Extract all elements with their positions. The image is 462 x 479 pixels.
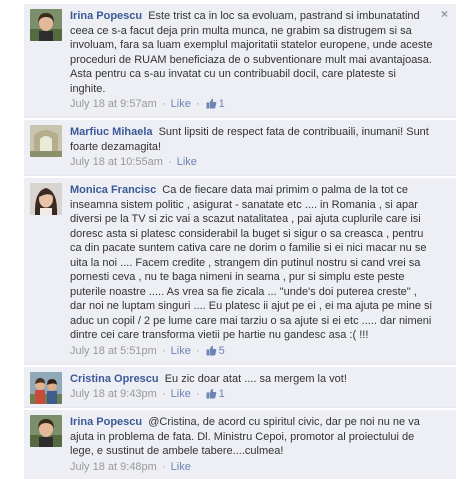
comment-meta: July 18 at 10:55am · Like xyxy=(70,155,434,169)
separator: · xyxy=(195,344,200,357)
comment-body: Cristina Oprescu Eu zic doar atat .... s… xyxy=(70,372,434,387)
comment-timestamp[interactable]: July 18 at 9:57am xyxy=(70,98,157,110)
comment-timestamp[interactable]: July 18 at 5:51pm xyxy=(70,345,157,357)
comment-author[interactable]: Irina Popescu xyxy=(70,10,142,22)
comment-body: Monica Francisc Ca de fiecare data mai p… xyxy=(70,183,434,343)
separator: · xyxy=(168,156,172,168)
separator: · xyxy=(161,460,166,473)
comment-item: Cristina Oprescu Eu zic doar atat .... s… xyxy=(24,366,456,408)
like-count-value: 1 xyxy=(218,98,225,110)
comment-author[interactable]: Monica Francisc xyxy=(70,184,156,196)
comment-text: Ca de fiecare data mai primim o palma de… xyxy=(70,184,432,341)
close-icon[interactable]: × xyxy=(441,8,448,20)
like-count[interactable]: 5 xyxy=(205,345,225,357)
like-link[interactable]: Like xyxy=(171,388,191,400)
comment-timestamp[interactable]: July 18 at 9:48pm xyxy=(70,461,157,473)
comment-author[interactable]: Cristina Oprescu xyxy=(70,373,159,385)
comment-body: Irina Popescu Este trist ca in loc sa ev… xyxy=(70,9,434,96)
comment-author[interactable]: Irina Popescu xyxy=(70,416,142,428)
like-link[interactable]: Like xyxy=(171,345,191,357)
like-link[interactable]: Like xyxy=(171,98,191,110)
comment-meta: July 18 at 9:43pm · Like · 1 xyxy=(70,387,434,401)
avatar-photo-icon xyxy=(30,9,62,41)
avatar[interactable] xyxy=(30,125,62,157)
thumbs-up-icon xyxy=(206,98,216,109)
like-count-value: 5 xyxy=(218,344,225,357)
avatar[interactable] xyxy=(30,9,62,41)
comment-timestamp[interactable]: July 18 at 9:43pm xyxy=(70,388,157,400)
separator: · xyxy=(161,98,166,110)
separator: · xyxy=(161,388,166,400)
comment-meta: July 18 at 5:51pm · Like · 5 xyxy=(70,344,434,358)
comment-body: Irina Popescu @Cristina, de acord cu spi… xyxy=(70,415,434,459)
like-link[interactable]: Like xyxy=(177,156,197,168)
comment-meta: July 18 at 9:48pm · Like xyxy=(70,460,434,474)
comment-timestamp[interactable]: July 18 at 10:55am xyxy=(70,156,163,168)
separator: · xyxy=(195,388,200,400)
like-count-value: 1 xyxy=(218,388,225,400)
avatar-photo-icon xyxy=(30,183,62,215)
separator: · xyxy=(161,344,166,357)
comment-item: Marfiuc Mihaela Sunt lipsiti de respect … xyxy=(24,120,456,176)
like-count[interactable]: 1 xyxy=(205,388,225,400)
comment-item: Irina Popescu @Cristina, de acord cu spi… xyxy=(24,410,456,479)
comment-author[interactable]: Marfiuc Mihaela xyxy=(70,126,153,138)
avatar-photo-icon xyxy=(30,125,62,157)
comment-body: Marfiuc Mihaela Sunt lipsiti de respect … xyxy=(70,125,434,154)
separator: · xyxy=(195,98,200,110)
comment-feed: × Irina Popescu Este trist ca in loc sa … xyxy=(0,0,462,479)
avatar-photo-icon xyxy=(30,415,62,447)
comment-text: Eu zic doar atat .... sa mergem la vot! xyxy=(164,372,347,385)
comment-text: Este trist ca in loc sa evoluam, pastran… xyxy=(70,10,433,95)
like-count[interactable]: 1 xyxy=(205,98,225,110)
avatar[interactable] xyxy=(30,415,62,447)
avatar[interactable] xyxy=(30,183,62,215)
thumbs-up-icon xyxy=(206,388,216,399)
comment-item: × Irina Popescu Este trist ca in loc sa … xyxy=(24,4,456,118)
avatar[interactable] xyxy=(30,371,62,404)
like-link[interactable]: Like xyxy=(171,461,191,473)
comment-item: Monica Francisc Ca de fiecare data mai p… xyxy=(24,178,456,365)
comment-meta: July 18 at 9:57am · Like · 1 xyxy=(70,97,434,111)
thumbs-up-icon xyxy=(206,345,216,355)
avatar-photo-icon xyxy=(30,371,62,404)
